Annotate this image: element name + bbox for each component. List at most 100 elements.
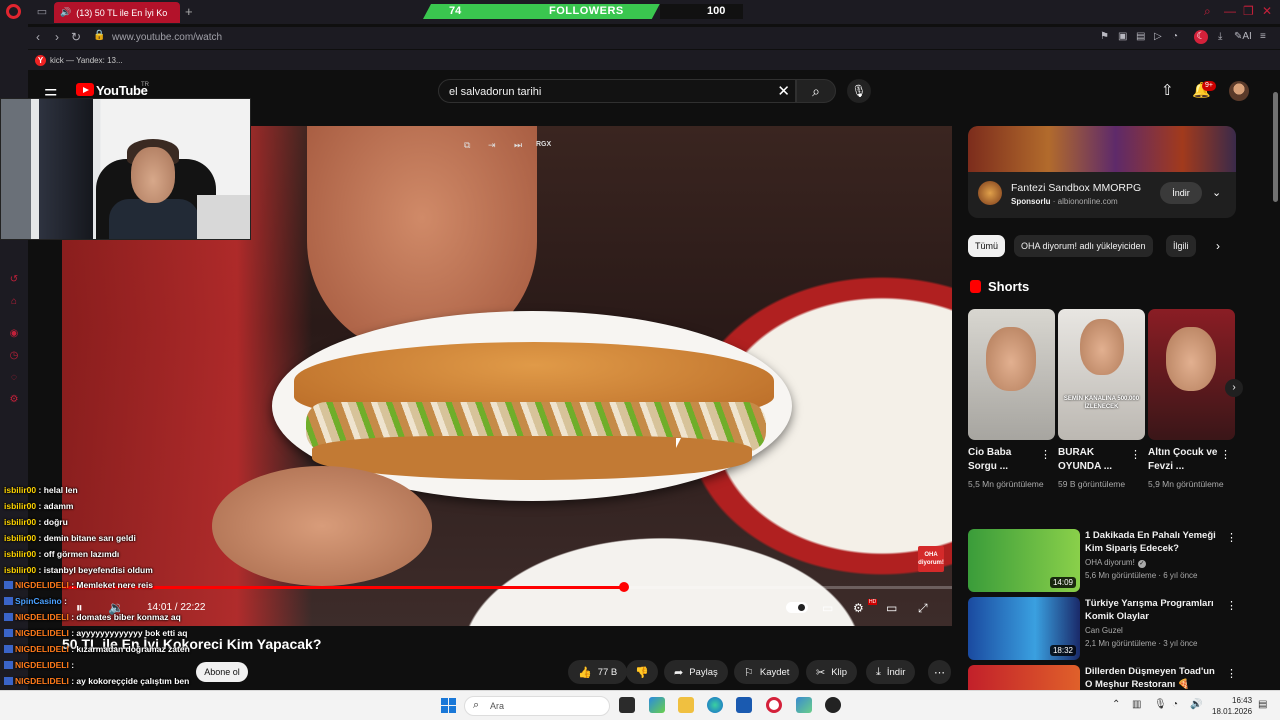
recommendation-channel[interactable]: Can Guzel [1085,626,1123,635]
file-explorer-icon[interactable] [678,697,694,713]
clip-button[interactable]: ✂ Klip [806,660,858,684]
short-item[interactable]: Altın Çocuk ve Fevzi ... 5,9 Mn görüntül… [1148,309,1235,491]
app-icon[interactable] [796,697,812,713]
more-vertical-icon[interactable]: ⋮ [1040,448,1051,461]
tray-volume-icon[interactable]: 🔊 [1190,699,1202,710]
chat-username[interactable]: NIGDELIDELI [15,676,69,686]
tray-wifi-icon[interactable]: ◔ [1172,699,1178,710]
browser-tab-active[interactable]: 🔊 (13) 50 TL ile En İyi Ko [54,2,180,23]
more-vertical-icon[interactable]: ⋮ [1130,448,1141,461]
recommendation-title[interactable]: Türkiye Yarışma Programları Komik Olayla… [1085,597,1220,623]
overlay-exit-icon[interactable]: ⇥ [488,140,496,151]
chat-username[interactable]: isbilir00 [4,533,36,543]
sidebar-player-icon[interactable]: ◉ [8,328,20,340]
chip-related[interactable]: İlgili [1166,235,1196,257]
settings-gear-icon[interactable]: ⚙ [853,601,864,615]
chat-username[interactable]: NIGDELIDELI [15,644,69,654]
more-vertical-icon[interactable]: ⋮ [1226,599,1237,612]
tray-chevron-icon[interactable]: ⌃ [1112,699,1120,710]
short-title[interactable]: Altın Çocuk ve Fevzi ... [1148,446,1220,474]
opera-logo-icon[interactable] [6,4,21,19]
short-item[interactable]: SEMİN KANALINA 500.000 İZLENECEK BURAK O… [1058,309,1145,491]
extension-icon[interactable]: ▤ [1136,31,1145,42]
share-button[interactable]: ➦ Paylaş [664,660,728,684]
search-input[interactable]: el salvadorun tarihi ✕ [438,79,796,103]
taskbar-search-input[interactable]: ⌕ Ara [464,696,610,716]
ad-banner-image[interactable] [968,126,1236,172]
chat-username[interactable]: isbilir00 [4,501,36,511]
notification-center-icon[interactable]: ▤ [1258,699,1267,710]
url-field[interactable]: www.youtube.com/watch [112,32,222,43]
page-scrollbar[interactable] [1271,72,1280,690]
chevron-right-icon[interactable]: › [1216,239,1220,253]
dislike-button[interactable]: 👎 [626,660,658,684]
chat-username[interactable]: isbilir00 [4,565,36,575]
play-extension-icon[interactable]: ▷ [1154,31,1162,42]
sidebar-chat-icon[interactable]: ◌ [8,372,20,384]
scrubber-handle[interactable] [618,582,629,592]
recommendation-channel[interactable]: OHA diyorum! ✓ [1085,558,1146,568]
clear-search-icon[interactable]: ✕ [777,82,790,100]
obs-icon[interactable] [825,697,841,713]
ad-title[interactable]: Fantezi Sandbox MMORPG [1011,182,1141,194]
start-windows-icon[interactable] [441,698,456,713]
profile-extension-icon[interactable]: ☾ [1194,30,1208,44]
chat-username[interactable]: SpinCasino [15,596,62,606]
more-vertical-icon[interactable]: ⋮ [1220,448,1231,461]
new-tab-icon[interactable]: + [185,4,193,19]
recommendation-title[interactable]: 1 Dakikada En Pahalı Yemeği Kim Sipariş … [1085,529,1220,555]
store-icon[interactable] [736,697,752,713]
menu-icon[interactable]: ≡ [1260,31,1266,42]
short-thumbnail[interactable]: SEMİN KANALINA 500.000 İZLENECEK [1058,309,1145,440]
short-item[interactable]: Cio Baba Sorgu ... 5,5 Mn görüntüleme ⋮ [968,309,1055,491]
scrollbar-thumb[interactable] [1273,92,1278,202]
taskbar-clock[interactable]: 16:43 18.01.2026 [1212,695,1252,717]
bookmark-item[interactable]: kick — Yandex: 13... [50,56,123,65]
chip-from-uploader[interactable]: OHA diyorum! adlı yükleyiciden [1014,235,1153,257]
maximize-icon[interactable]: ❐ [1243,4,1254,18]
minimize-icon[interactable]: — [1224,4,1236,18]
chat-username[interactable]: NIGDELIDELI [15,628,69,638]
subtitles-icon[interactable]: ▭ [822,601,833,615]
channel-watermark[interactable]: OHA diyorum! [918,546,944,572]
more-vertical-icon[interactable]: ⋮ [1226,667,1237,680]
save-button[interactable]: ⚐ Kaydet [734,660,800,684]
speaker-icon[interactable]: 🔊 [60,7,71,18]
chat-username[interactable]: isbilir00 [4,485,36,495]
recommendation-item[interactable]: 14:09 1 Dakikada En Pahalı Yemeği Kim Si… [968,529,1248,592]
reload-icon[interactable]: ↻ [71,30,81,44]
sidebar-settings-icon[interactable]: ⚙ [8,394,20,406]
more-actions-button[interactable]: ⋯ [928,660,951,684]
chat-username[interactable]: NIGDELIDELI [15,660,69,670]
chat-username[interactable]: isbilir00 [4,549,36,559]
create-upload-icon[interactable]: ⇧ [1161,81,1174,99]
close-window-icon[interactable]: ✕ [1262,4,1272,18]
chat-username[interactable]: NIGDELIDELI [15,612,69,622]
task-view-icon[interactable] [619,697,635,713]
chat-username[interactable]: isbilir00 [4,517,36,527]
sidebar-bag-icon[interactable]: ⌂ [8,296,20,308]
search-tabs-icon[interactable]: ⌕ [1204,4,1211,19]
fullscreen-icon[interactable]: ⤢ [918,601,928,616]
overlay-copy-icon[interactable]: ⧉ [464,140,470,151]
short-title[interactable]: Cio Baba Sorgu ... [968,446,1040,474]
vpn-icon[interactable]: ◔ [1172,31,1178,42]
snapshot-icon[interactable]: ▣ [1118,31,1127,42]
short-thumbnail[interactable] [968,309,1055,440]
ad-cta-button[interactable]: İndir [1160,182,1202,204]
account-avatar[interactable] [1229,81,1249,101]
widgets-icon[interactable] [649,697,665,713]
chat-username[interactable]: NIGDELIDELI [15,580,69,590]
sidebar-history-icon[interactable]: ◷ [8,350,20,362]
short-title[interactable]: BURAK OYUNDA ... [1058,446,1130,474]
overlay-badge[interactable]: RGX [536,141,551,148]
download-button[interactable]: ⤓ İndir [866,660,916,684]
recommendation-thumbnail[interactable]: 14:09 [968,529,1080,592]
short-thumbnail[interactable] [1148,309,1235,440]
autoplay-toggle[interactable] [786,602,808,613]
sidebar-refresh-icon[interactable]: ↺ [8,274,20,286]
theater-mode-icon[interactable]: ▭ [886,601,897,615]
like-button[interactable]: 👍 77 B [568,660,628,684]
ai-icon[interactable]: ✎AI [1234,31,1252,42]
workspaces-icon[interactable]: ▭ [35,5,49,19]
